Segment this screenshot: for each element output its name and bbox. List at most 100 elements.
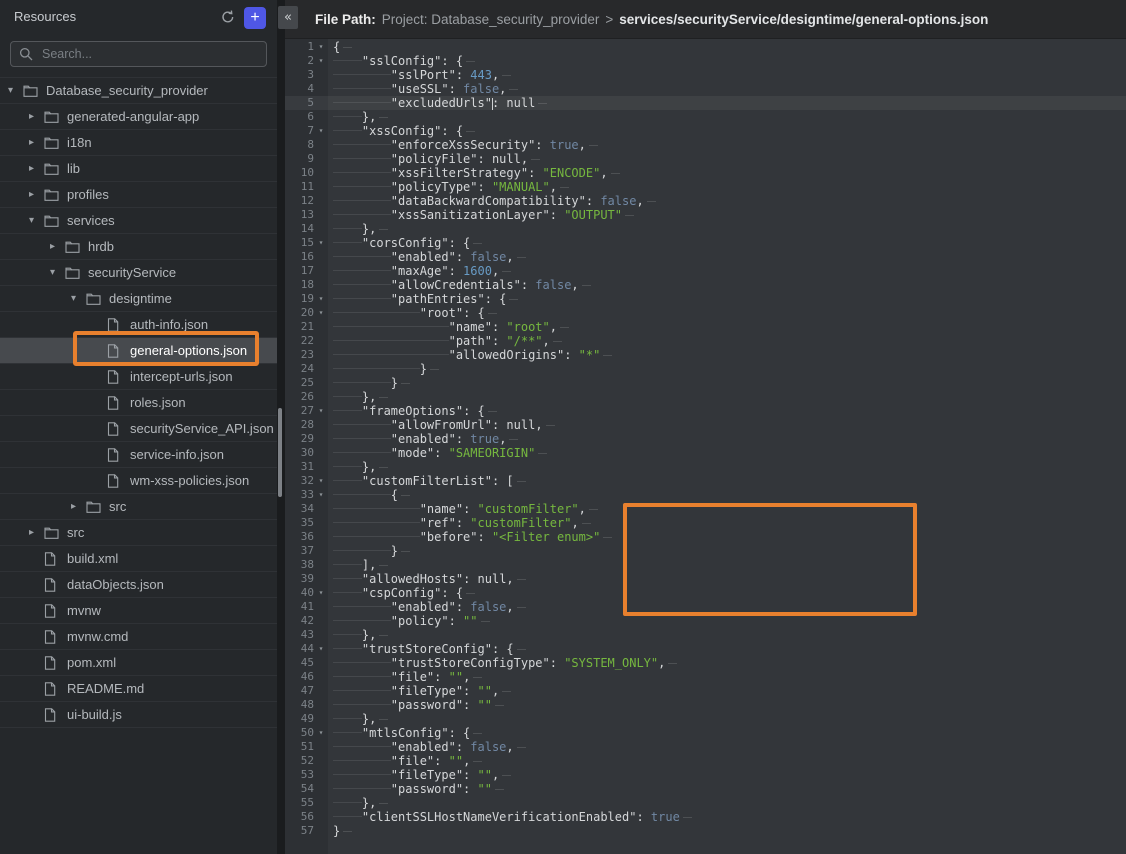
fold-arrow-icon[interactable]: ▾ <box>314 404 328 418</box>
tree-item-src[interactable]: ▸src <box>0 520 277 546</box>
add-button[interactable]: + <box>244 7 266 29</box>
code-line-43[interactable]: 43 }, <box>285 628 1126 642</box>
tree-item-designtime[interactable]: ▾designtime <box>0 286 277 312</box>
tree-item-dataObjects.json[interactable]: dataObjects.json <box>0 572 277 598</box>
code-line-25[interactable]: 25 } <box>285 376 1126 390</box>
tree-item-profiles[interactable]: ▸profiles <box>0 182 277 208</box>
code-line-13[interactable]: 13 "xssSanitizationLayer": "OUTPUT" <box>285 208 1126 222</box>
collapse-sidebar-button[interactable]: « <box>278 6 298 29</box>
code-line-50[interactable]: 50▾ "mtlsConfig": { <box>285 726 1126 740</box>
code-line-32[interactable]: 32▾ "customFilterList": [ <box>285 474 1126 488</box>
code-line-40[interactable]: 40▾ "cspConfig": { <box>285 586 1126 600</box>
code-line-48[interactable]: 48 "password": "" <box>285 698 1126 712</box>
search-input[interactable] <box>40 46 258 62</box>
code-line-30[interactable]: 30 "mode": "SAMEORIGIN" <box>285 446 1126 460</box>
tree-item-securityService[interactable]: ▾securityService <box>0 260 277 286</box>
code-line-45[interactable]: 45 "trustStoreConfigType": "SYSTEM_ONLY"… <box>285 656 1126 670</box>
fold-arrow-icon[interactable]: ▾ <box>314 292 328 306</box>
code-line-39[interactable]: 39 "allowedHosts": null, <box>285 572 1126 586</box>
code-line-38[interactable]: 38 ], <box>285 558 1126 572</box>
code-line-42[interactable]: 42 "policy": "" <box>285 614 1126 628</box>
tree-item-services[interactable]: ▾services <box>0 208 277 234</box>
code-line-19[interactable]: 19▾ "pathEntries": { <box>285 292 1126 306</box>
fold-arrow-icon[interactable]: ▾ <box>314 726 328 740</box>
code-line-47[interactable]: 47 "fileType": "", <box>285 684 1126 698</box>
tree-item-Database_security_provider[interactable]: ▾Database_security_provider <box>0 78 277 104</box>
code-line-8[interactable]: 8 "enforceXssSecurity": true, <box>285 138 1126 152</box>
code-line-37[interactable]: 37 } <box>285 544 1126 558</box>
code-line-41[interactable]: 41 "enabled": false, <box>285 600 1126 614</box>
search-box[interactable] <box>10 41 267 67</box>
code-line-24[interactable]: 24 } <box>285 362 1126 376</box>
code-line-34[interactable]: 34 "name": "customFilter", <box>285 502 1126 516</box>
code-line-56[interactable]: 56 "clientSSLHostNameVerificationEnabled… <box>285 810 1126 824</box>
tree-item-service-info.json[interactable]: service-info.json <box>0 442 277 468</box>
code-line-9[interactable]: 9 "policyFile": null, <box>285 152 1126 166</box>
fold-arrow-icon[interactable]: ▾ <box>314 474 328 488</box>
code-line-46[interactable]: 46 "file": "", <box>285 670 1126 684</box>
fold-arrow-icon[interactable]: ▾ <box>314 124 328 138</box>
tree-item-lib[interactable]: ▸lib <box>0 156 277 182</box>
code-line-16[interactable]: 16 "enabled": false, <box>285 250 1126 264</box>
caret-down-icon[interactable]: ▾ <box>71 293 86 304</box>
code-line-35[interactable]: 35 "ref": "customFilter", <box>285 516 1126 530</box>
code-line-36[interactable]: 36 "before": "<Filter enum>" <box>285 530 1126 544</box>
caret-down-icon[interactable]: ▾ <box>8 85 23 96</box>
sidebar-scrollbar-thumb[interactable] <box>278 408 282 497</box>
code-line-29[interactable]: 29 "enabled": true, <box>285 432 1126 446</box>
refresh-button[interactable] <box>219 9 237 27</box>
caret-right-icon[interactable]: ▸ <box>50 241 65 252</box>
code-line-53[interactable]: 53 "fileType": "", <box>285 768 1126 782</box>
code-line-4[interactable]: 4 "useSSL": false, <box>285 82 1126 96</box>
tree-item-mvnw.cmd[interactable]: mvnw.cmd <box>0 624 277 650</box>
code-line-18[interactable]: 18 "allowCredentials": false, <box>285 278 1126 292</box>
fold-arrow-icon[interactable]: ▾ <box>314 488 328 502</box>
caret-right-icon[interactable]: ▸ <box>29 189 44 200</box>
fold-arrow-icon[interactable]: ▾ <box>314 54 328 68</box>
tree-item-i18n[interactable]: ▸i18n <box>0 130 277 156</box>
caret-right-icon[interactable]: ▸ <box>29 111 44 122</box>
fold-arrow-icon[interactable]: ▾ <box>314 236 328 250</box>
code-line-51[interactable]: 51 "enabled": false, <box>285 740 1126 754</box>
caret-down-icon[interactable]: ▾ <box>29 215 44 226</box>
code-line-15[interactable]: 15▾ "corsConfig": { <box>285 236 1126 250</box>
code-line-1[interactable]: 1▾{ <box>285 40 1126 54</box>
code-line-7[interactable]: 7▾ "xssConfig": { <box>285 124 1126 138</box>
tree-item-pom.xml[interactable]: pom.xml <box>0 650 277 676</box>
tree-item-auth-info.json[interactable]: auth-info.json <box>0 312 277 338</box>
code-line-21[interactable]: 21 "name": "root", <box>285 320 1126 334</box>
code-line-55[interactable]: 55 }, <box>285 796 1126 810</box>
tree-item-generated-angular-app[interactable]: ▸generated-angular-app <box>0 104 277 130</box>
code-line-10[interactable]: 10 "xssFilterStrategy": "ENCODE", <box>285 166 1126 180</box>
caret-down-icon[interactable]: ▾ <box>50 267 65 278</box>
tree-item-build.xml[interactable]: build.xml <box>0 546 277 572</box>
code-line-14[interactable]: 14 }, <box>285 222 1126 236</box>
tree-item-roles.json[interactable]: roles.json <box>0 390 277 416</box>
caret-right-icon[interactable]: ▸ <box>29 137 44 148</box>
code-line-49[interactable]: 49 }, <box>285 712 1126 726</box>
code-line-17[interactable]: 17 "maxAge": 1600, <box>285 264 1126 278</box>
code-line-20[interactable]: 20▾ "root": { <box>285 306 1126 320</box>
fold-arrow-icon[interactable]: ▾ <box>314 306 328 320</box>
code-line-22[interactable]: 22 "path": "/**", <box>285 334 1126 348</box>
code-line-27[interactable]: 27▾ "frameOptions": { <box>285 404 1126 418</box>
code-line-52[interactable]: 52 "file": "", <box>285 754 1126 768</box>
tree-item-hrdb[interactable]: ▸hrdb <box>0 234 277 260</box>
tree-item-wm-xss-policies.json[interactable]: wm-xss-policies.json <box>0 468 277 494</box>
fold-arrow-icon[interactable]: ▾ <box>314 642 328 656</box>
tree-item-ui-build.js[interactable]: ui-build.js <box>0 702 277 728</box>
code-line-5[interactable]: 5 "excludedUrls": null <box>285 96 1126 110</box>
fold-arrow-icon[interactable]: ▾ <box>314 40 328 54</box>
code-line-3[interactable]: 3 "sslPort": 443, <box>285 68 1126 82</box>
code-line-31[interactable]: 31 }, <box>285 460 1126 474</box>
code-line-12[interactable]: 12 "dataBackwardCompatibility": false, <box>285 194 1126 208</box>
code-line-6[interactable]: 6 }, <box>285 110 1126 124</box>
code-line-28[interactable]: 28 "allowFromUrl": null, <box>285 418 1126 432</box>
tree-item-src[interactable]: ▸src <box>0 494 277 520</box>
code-line-26[interactable]: 26 }, <box>285 390 1126 404</box>
code-line-33[interactable]: 33▾ { <box>285 488 1126 502</box>
code-editor[interactable]: 1▾{2▾ "sslConfig": {3 "sslPort": 443,4 "… <box>285 39 1126 854</box>
caret-right-icon[interactable]: ▸ <box>71 501 86 512</box>
code-line-44[interactable]: 44▾ "trustStoreConfig": { <box>285 642 1126 656</box>
tree-item-mvnw[interactable]: mvnw <box>0 598 277 624</box>
